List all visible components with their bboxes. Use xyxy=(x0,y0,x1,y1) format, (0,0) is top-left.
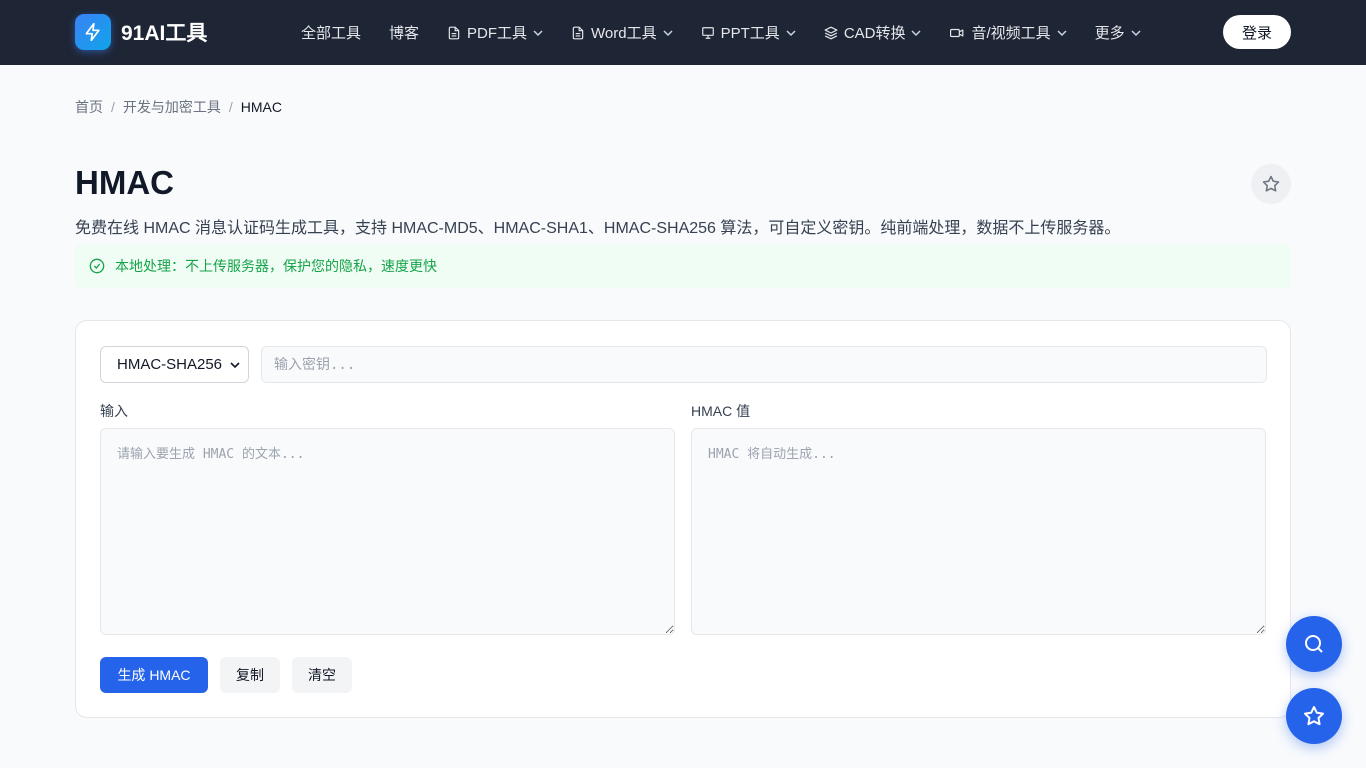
algorithm-select[interactable]: HMAC-SHA256 xyxy=(100,346,249,383)
search-icon xyxy=(1302,632,1326,656)
floating-search-button[interactable] xyxy=(1286,616,1342,672)
lightning-icon xyxy=(75,14,111,50)
nav-audio-video-tools[interactable]: 音/视频工具 xyxy=(949,22,1067,43)
nav-blog[interactable]: 博客 xyxy=(389,22,419,43)
nav-label: Word工具 xyxy=(591,25,657,42)
nav-label: PDF工具 xyxy=(467,25,528,42)
nav-label: 更多 xyxy=(1094,25,1125,42)
nav-label: 音/视频工具 xyxy=(971,25,1051,42)
nav-label: CAD转换 xyxy=(843,25,906,42)
input-label: 输入 xyxy=(100,403,128,419)
breadcrumb-current: HMAC xyxy=(240,99,283,115)
page-title: HMAC xyxy=(75,164,174,201)
hmac-tool-card: HMAC-SHA256 输入 HMAC 值 生成 HMAC 复制 清空 xyxy=(75,320,1291,718)
breadcrumb-home[interactable]: 首页 xyxy=(75,97,103,117)
nav-more[interactable]: 更多 xyxy=(1095,22,1141,43)
clear-button[interactable]: 清空 xyxy=(292,657,352,693)
star-icon xyxy=(1261,174,1281,194)
output-label: HMAC 值 xyxy=(691,403,751,419)
star-icon xyxy=(1302,704,1326,728)
document-icon xyxy=(571,26,585,40)
breadcrumb-separator: / xyxy=(111,99,115,115)
video-camera-icon xyxy=(949,26,965,40)
nav-label: PPT工具 xyxy=(720,25,780,42)
chevron-down-icon xyxy=(1131,28,1141,38)
site-logo[interactable]: 91AI工具 xyxy=(75,14,207,50)
nav-label: 博客 xyxy=(389,25,420,42)
breadcrumb: 首页 / 开发与加密工具 / HMAC xyxy=(75,97,282,117)
chevron-down-icon xyxy=(230,360,240,370)
floating-favorites-button[interactable] xyxy=(1286,688,1342,744)
favorite-button[interactable] xyxy=(1251,164,1291,204)
copy-button[interactable]: 复制 xyxy=(220,657,280,693)
login-button[interactable]: 登录 xyxy=(1223,15,1291,49)
local-processing-notice: 本地处理：不上传服务器，保护您的隐私，速度更快 xyxy=(75,244,1291,288)
chevron-down-icon xyxy=(533,28,543,38)
nav-label: 全部工具 xyxy=(301,25,362,42)
site-name: 91AI工具 xyxy=(121,22,208,45)
notice-text: 本地处理：不上传服务器，保护您的隐私，速度更快 xyxy=(115,258,437,274)
generate-hmac-button[interactable]: 生成 HMAC xyxy=(100,657,208,693)
chevron-down-icon xyxy=(911,28,922,38)
algorithm-selected-value: HMAC-SHA256 xyxy=(117,356,223,373)
nav-pdf-tools[interactable]: PDF工具 xyxy=(447,22,543,43)
nav-word-tools[interactable]: Word工具 xyxy=(571,22,673,43)
document-icon xyxy=(447,26,461,40)
layers-icon xyxy=(824,26,838,40)
breadcrumb-separator: / xyxy=(228,99,233,115)
presentation-icon xyxy=(701,26,715,40)
main-nav: 全部工具 博客 PDF工具 Word工具 PPT工具 CAD转换 音/视频工具 xyxy=(301,0,1169,65)
nav-all-tools[interactable]: 全部工具 xyxy=(301,22,361,43)
secret-key-input[interactable] xyxy=(261,346,1267,383)
nav-cad-convert[interactable]: CAD转换 xyxy=(824,22,922,43)
top-navbar: 91AI工具 全部工具 博客 PDF工具 Word工具 PPT工具 CAD转换 … xyxy=(0,0,1366,65)
check-circle-icon xyxy=(89,258,105,274)
page-description: 免费在线 HMAC 消息认证码生成工具，支持 HMAC-MD5、HMAC-SHA… xyxy=(75,220,1121,237)
output-textarea[interactable] xyxy=(691,428,1266,635)
nav-ppt-tools[interactable]: PPT工具 xyxy=(701,22,796,43)
breadcrumb-category[interactable]: 开发与加密工具 xyxy=(123,97,221,117)
input-textarea[interactable] xyxy=(100,428,675,635)
chevron-down-icon xyxy=(1057,28,1067,38)
chevron-down-icon xyxy=(663,28,673,38)
chevron-down-icon xyxy=(786,28,796,38)
